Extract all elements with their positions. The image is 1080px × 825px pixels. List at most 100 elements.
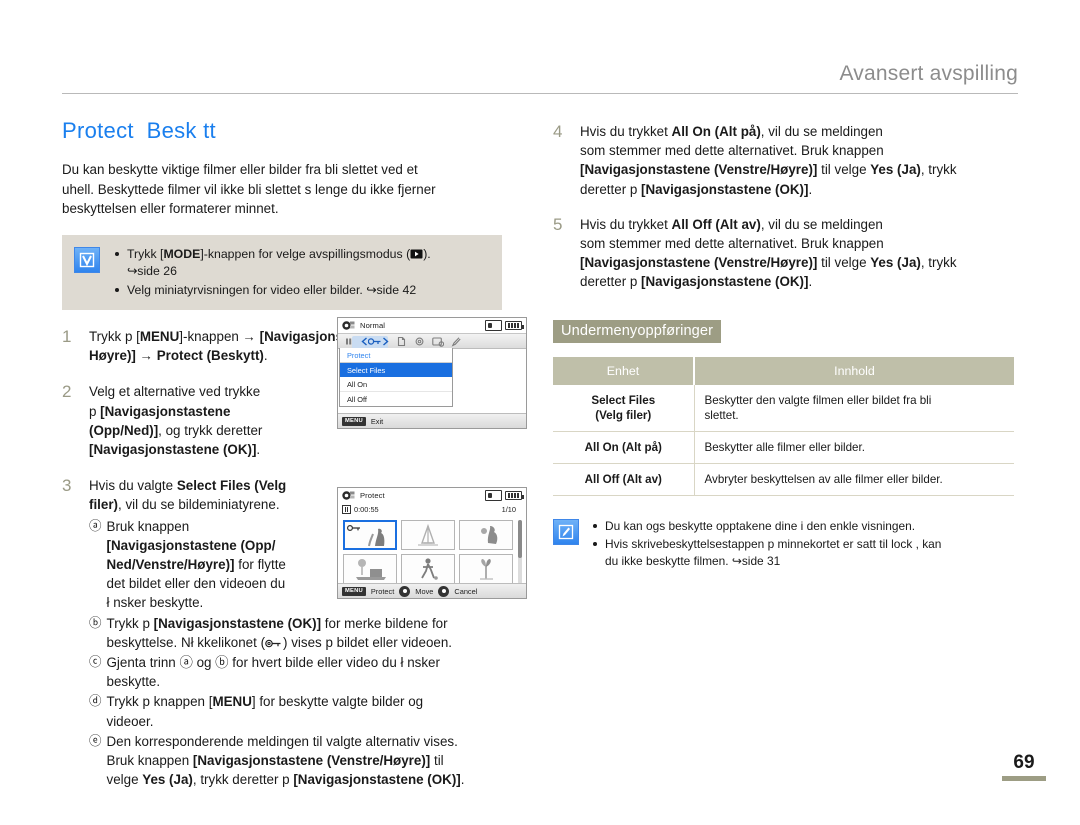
- lcd-dropdown-menu[interactable]: Protect Select Files All On All Off: [339, 348, 453, 407]
- table-cell-content: Avbryter beskyttelsen av alle filmer ell…: [694, 463, 1014, 496]
- page-number: 69: [1002, 753, 1046, 781]
- note-list: Du kan ogs beskytte opptakene dine i den…: [591, 518, 941, 570]
- step-number: 4: [553, 122, 563, 141]
- substep-marker: ⓒ: [89, 655, 102, 670]
- page-header-title: Avansert avspilling: [839, 62, 1018, 85]
- thumbnail-item[interactable]: [343, 554, 397, 584]
- lcd-file-counter: 1/10: [501, 505, 516, 514]
- lcd-protect-label: Protect: [370, 586, 395, 596]
- protect-tab-selected[interactable]: [352, 335, 389, 349]
- menu-button-badge[interactable]: MENU: [342, 586, 366, 596]
- step-4: 4 Hvis du trykket All On (Alt på), vil d…: [553, 122, 1023, 199]
- chevron-right-icon[interactable]: [382, 336, 389, 346]
- menu-item-all-off[interactable]: All Off: [340, 392, 452, 406]
- lcd-bottom-bar: MENU Exit: [338, 413, 526, 428]
- menu-item-select-files[interactable]: Select Files: [340, 363, 452, 377]
- thumbnail-item-selected[interactable]: [343, 520, 397, 550]
- substep-marker: ⓑ: [89, 615, 102, 630]
- thumbnail-grid[interactable]: [343, 520, 515, 584]
- key-protect-icon[interactable]: [367, 337, 382, 346]
- intro-paragraph: Du kan beskytte viktige filmer eller bil…: [62, 162, 436, 216]
- substep-text: Trykk p knappen [MENU] for beskytte valg…: [106, 694, 424, 729]
- lcd-move-label: Move: [415, 586, 434, 596]
- lcd-status-icons: [485, 320, 524, 331]
- chevron-left-icon[interactable]: [361, 336, 368, 346]
- share-mark-icon[interactable]: [432, 336, 445, 347]
- tip-item: Trykk [MODE]-knappen for velge avspillin…: [113, 246, 431, 280]
- lcd-status-bar: Protect: [338, 488, 526, 503]
- menu-item-all-on[interactable]: All On: [340, 377, 452, 392]
- delete-file-icon[interactable]: [396, 336, 407, 347]
- step-number: 3: [62, 476, 72, 496]
- tip-box: Trykk [MODE]-knappen for velge avspillin…: [62, 234, 502, 310]
- substep-e: ⓔ Den korresponderende meldingen til val…: [89, 732, 530, 790]
- step-text: Hvis du trykket All On (Alt på), vil du …: [580, 124, 957, 197]
- thumbnail-item[interactable]: [401, 520, 455, 550]
- camcorder-icon: [342, 490, 355, 501]
- note-item: Du kan ogs beskytte opptakene dine i den…: [591, 518, 941, 535]
- tip-text-b: ]-knappen for velge avspillingsmodus (: [200, 246, 411, 261]
- note-box: Du kan ogs beskytte opptakene dine i den…: [553, 518, 1023, 570]
- pen-note-icon: [553, 518, 579, 545]
- step-5: 5 Hvis du trykket All Off (Alt av), vil …: [553, 215, 1023, 292]
- camera-screen-thumbnails: Protect 0:00:55 1/10 MENU Protect Move C…: [337, 487, 527, 599]
- check-icon: [74, 246, 100, 273]
- thumbnail-item[interactable]: [401, 554, 455, 584]
- substep-marker: ⓓ: [89, 694, 102, 709]
- dpad-cancel-icon[interactable]: [438, 585, 450, 597]
- submenu-table: Enhet Innhold Select Files (Velg filer) …: [553, 356, 1014, 496]
- table-cell-item: All Off (Alt av): [553, 463, 695, 496]
- step-text: Hvis du trykket All Off (Alt av), vil du…: [580, 216, 957, 290]
- substep-text: Gjenta trinn ⓐ og ⓑ for hvert bilde elle…: [106, 655, 440, 690]
- page-number-bar: [1002, 776, 1046, 781]
- tip-list: Trykk [MODE]-knappen for velge avspillin…: [113, 246, 431, 299]
- table-header-row: Enhet Innhold: [553, 356, 1014, 385]
- substep-marker: ⓔ: [89, 733, 102, 748]
- header-divider: [62, 93, 1018, 94]
- thumbnail-item[interactable]: [459, 520, 513, 550]
- tip2-page-ref: ↪side 42: [366, 282, 417, 297]
- table-cell-item: Select Files (Velg filer): [553, 384, 695, 432]
- table-row: Select Files (Velg filer) Beskytter den …: [553, 384, 1014, 432]
- camera-screen-menu: Normal Protect Select Files All On All O…: [337, 317, 527, 429]
- lcd-tab-bar[interactable]: [338, 333, 526, 349]
- battery-icon: [505, 321, 524, 330]
- table-cell-content: Beskytter alle filmer eller bilder.: [694, 431, 1014, 464]
- substep-b: ⓑ Trykk p [Navigasjonstastene (OK)] for …: [89, 614, 530, 652]
- settings-gear-icon[interactable]: [414, 336, 425, 347]
- lcd-timecode: 0:00:55: [354, 505, 379, 514]
- edit-pen-icon[interactable]: [450, 336, 461, 347]
- lcd-playback-info: 0:00:55 1/10: [338, 503, 526, 516]
- tip2-text: Velg miniatyrvisningen for video eller b…: [127, 282, 367, 297]
- lcd-title: Protect: [360, 491, 385, 500]
- table-row: All Off (Alt av) Avbryter beskyttelsen a…: [553, 463, 1014, 496]
- tip-text-a: Trykk [: [127, 246, 164, 261]
- menu-button-badge[interactable]: MENU: [342, 416, 366, 426]
- scrollbar-thumb[interactable]: [518, 520, 522, 558]
- table-cell-content: Beskytter den valgte filmen eller bildet…: [694, 384, 1014, 432]
- note-item: Hvis skrivebeskyttelsestappen p minnekor…: [591, 536, 941, 569]
- lcd-cancel-label: Cancel: [454, 586, 478, 596]
- column-header-item: Enhet: [553, 356, 695, 385]
- lcd-status-icons: [485, 490, 524, 501]
- substep-text: Den korresponderende meldingen til valgt…: [106, 733, 465, 788]
- substep-c: ⓒ Gjenta trinn ⓐ og ⓑ for hvert bilde el…: [89, 653, 530, 691]
- step-number: 2: [62, 382, 72, 402]
- lcd-status-bar: Normal: [338, 318, 526, 333]
- pause-indicator-icon: [342, 505, 351, 514]
- step-number: 5: [553, 214, 563, 234]
- battery-icon: [505, 491, 524, 500]
- manual-page: Avansert avspilling Protect Besk tt Du k…: [0, 0, 1080, 825]
- dpad-move-icon[interactable]: [399, 585, 411, 597]
- playback-mode-icon: [410, 247, 423, 264]
- menu-header-protect: Protect: [340, 348, 452, 363]
- page-title: Protect Besk tt: [62, 118, 216, 143]
- page-header: Avansert avspilling: [62, 62, 1018, 94]
- camcorder-icon: [342, 320, 355, 331]
- thumbnail-item[interactable]: [459, 554, 513, 584]
- tip-item: Velg miniatyrvisningen for video eller b…: [113, 282, 431, 299]
- page-number-value: 69: [1013, 752, 1035, 773]
- right-column: 4 Hvis du trykket All On (Alt på), vil d…: [553, 122, 1023, 569]
- tip-text-c: ).: [423, 246, 431, 261]
- submenu-heading: Undermenyoppføringer: [553, 319, 722, 343]
